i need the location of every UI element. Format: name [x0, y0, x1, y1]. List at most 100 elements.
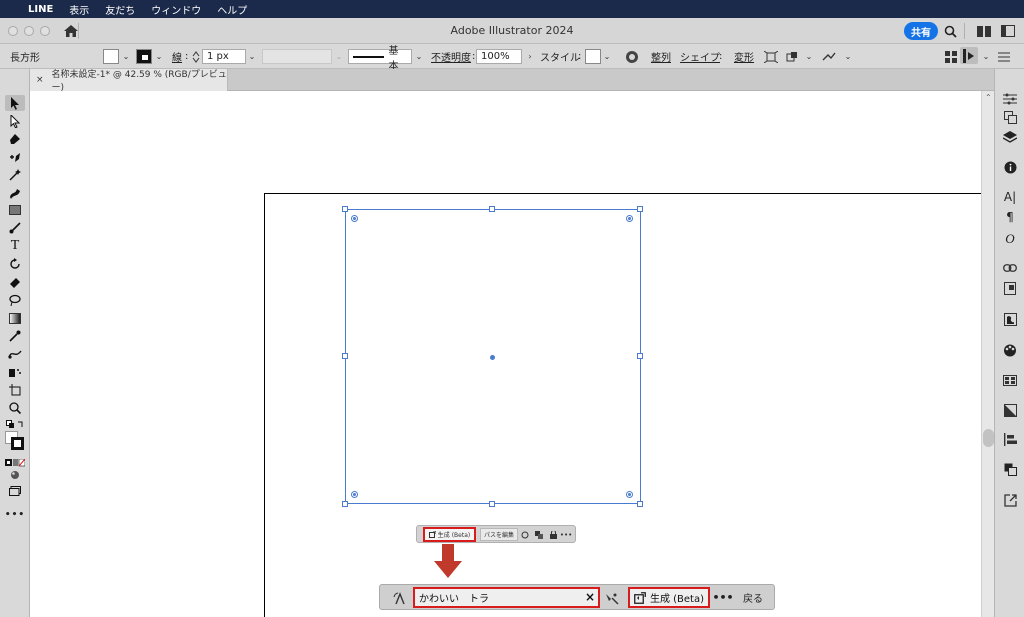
scrollbar-thumb[interactable] — [983, 429, 994, 447]
more-tools-icon[interactable]: ••• — [5, 507, 25, 523]
links-icon[interactable] — [1001, 260, 1019, 276]
clear-prompt-icon[interactable]: × — [585, 590, 595, 604]
corner-radius-widget[interactable] — [626, 491, 633, 498]
document-tab[interactable]: × 名称未設定-1* @ 42.59 % (RGB/プレビュー) — [30, 69, 228, 93]
more-options-small[interactable]: ••• — [560, 529, 572, 540]
puppet-warp-chevron-icon[interactable]: ⌄ — [842, 48, 854, 65]
style-chevron-icon[interactable]: ⌄ — [601, 48, 613, 65]
eraser-tool-icon[interactable] — [5, 274, 25, 290]
pen-tool-icon[interactable] — [5, 131, 25, 147]
rectangle-tool-icon[interactable] — [5, 202, 25, 218]
opacity-arrow-icon[interactable]: › — [524, 48, 536, 65]
curvature-tool-icon[interactable] — [5, 149, 25, 165]
resize-handle[interactable] — [637, 353, 643, 359]
gradient-panel-icon[interactable] — [1001, 402, 1019, 418]
selection-tool-icon[interactable] — [5, 95, 25, 111]
stroke-weight-field[interactable]: 1 px — [202, 48, 246, 65]
scroll-up-chevron-icon[interactable]: ⌃ — [985, 93, 992, 102]
transform-each-icon[interactable] — [764, 48, 778, 65]
symbols-icon[interactable] — [1001, 311, 1019, 327]
style-picker-icon[interactable] — [604, 590, 620, 606]
align-panel-icon[interactable] — [1001, 431, 1019, 447]
corner-radius-widget[interactable] — [351, 491, 358, 498]
duplicate-icon[interactable] — [534, 529, 544, 540]
opacity-field[interactable]: 100% — [476, 48, 522, 65]
search-icon[interactable] — [942, 23, 958, 39]
zoom-tool-icon[interactable] — [5, 400, 25, 416]
menu-view[interactable]: 表示 — [69, 2, 89, 17]
snap-chevron-icon[interactable]: ⌄ — [980, 48, 992, 65]
screen-mode-icon[interactable] — [5, 483, 25, 499]
gradient-tool-icon[interactable] — [5, 310, 25, 326]
snap-icon[interactable] — [960, 47, 978, 64]
properties-icon[interactable] — [1001, 91, 1019, 107]
close-tab-icon[interactable]: × — [36, 75, 44, 85]
pathfinder-icon[interactable] — [1001, 109, 1019, 125]
resize-handle[interactable] — [342, 353, 348, 359]
zoom-window-button[interactable] — [40, 25, 50, 36]
resize-handle[interactable] — [637, 501, 643, 507]
shape-builder-icon[interactable] — [520, 529, 530, 540]
more-options-button[interactable]: ••• — [712, 588, 733, 607]
fill-swatch[interactable] — [103, 48, 119, 65]
resize-handle[interactable] — [342, 501, 348, 507]
style-swatch[interactable] — [585, 48, 601, 65]
character-icon[interactable]: A| — [1001, 189, 1019, 205]
transform-label[interactable]: 変形 — [734, 48, 754, 65]
align-label[interactable]: 整列 — [651, 48, 671, 65]
corner-radius-widget[interactable] — [626, 215, 633, 222]
vertical-scrollbar[interactable]: ⌃ — [981, 91, 994, 617]
menu-app-name[interactable]: LINE — [28, 4, 53, 15]
lasso-tool-icon[interactable] — [5, 292, 25, 308]
stroke-weight-stepper-icon[interactable] — [192, 48, 200, 65]
fill-dropdown-chevron-icon[interactable]: ⌄ — [120, 48, 132, 65]
opentype-icon[interactable]: O — [1001, 231, 1019, 247]
prompt-input[interactable]: かわいい トラ × — [413, 587, 600, 608]
minimize-window-button[interactable] — [24, 25, 34, 36]
share-button[interactable]: 共有 — [904, 22, 938, 40]
opacity-label[interactable]: 不透明度 — [431, 48, 471, 65]
direct-selection-tool-icon[interactable] — [5, 113, 25, 129]
artboard-tool-icon[interactable] — [5, 382, 25, 398]
stroke-label[interactable]: 線 — [172, 48, 182, 65]
close-window-button[interactable] — [8, 25, 18, 36]
rotate-tool-icon[interactable] — [5, 256, 25, 272]
brush-definition-field[interactable]: 基本 — [348, 46, 412, 72]
eyedropper-tool-icon[interactable] — [5, 328, 25, 344]
symbol-sprayer-icon[interactable] — [5, 364, 25, 380]
quick-actions-icon[interactable] — [945, 48, 957, 65]
export-icon[interactable] — [1001, 492, 1019, 508]
control-bar-menu-icon[interactable] — [998, 48, 1010, 65]
generate-beta-button[interactable]: 生成 (Beta) — [628, 587, 710, 608]
shape-label[interactable]: シェイプ — [680, 48, 720, 65]
magic-wand-icon[interactable] — [5, 167, 25, 183]
lock-icon[interactable] — [548, 529, 558, 540]
blob-brush-icon[interactable] — [5, 185, 25, 201]
stroke-weight-chevron-icon[interactable]: ⌄ — [246, 48, 258, 65]
puppet-warp-icon[interactable] — [822, 48, 836, 65]
resize-handle[interactable] — [637, 206, 643, 212]
menu-help[interactable]: ヘルプ — [217, 2, 247, 17]
isolate-chevron-icon[interactable]: ⌄ — [803, 48, 815, 65]
drawing-mode-icon[interactable] — [5, 467, 25, 483]
info-icon[interactable] — [1001, 159, 1019, 175]
paragraph-icon[interactable]: ¶ — [1001, 209, 1019, 225]
variable-width-field[interactable] — [262, 48, 332, 65]
document-info-icon[interactable] — [1001, 280, 1019, 296]
text-to-vector-icon[interactable] — [392, 590, 408, 606]
workspace-layout-icon[interactable] — [976, 23, 992, 39]
stroke-swatch[interactable] — [136, 48, 152, 65]
isolate-icon[interactable] — [786, 48, 798, 65]
resize-handle[interactable] — [342, 206, 348, 212]
layers-icon[interactable] — [1001, 129, 1019, 145]
edit-path-button[interactable]: パスを編集 — [480, 528, 519, 541]
brush-chevron-icon[interactable]: ⌄ — [413, 48, 425, 65]
fill-stroke-widget[interactable] — [5, 431, 25, 451]
panel-toggle-icon[interactable] — [1000, 23, 1016, 39]
paintbrush-tool-icon[interactable] — [5, 220, 25, 236]
menu-window[interactable]: ウィンドウ — [151, 2, 201, 17]
menu-friends[interactable]: 友だち — [105, 2, 135, 17]
stroke-dropdown-chevron-icon[interactable]: ⌄ — [153, 48, 165, 65]
swatches-icon[interactable] — [1001, 372, 1019, 388]
resize-handle[interactable] — [489, 206, 495, 212]
